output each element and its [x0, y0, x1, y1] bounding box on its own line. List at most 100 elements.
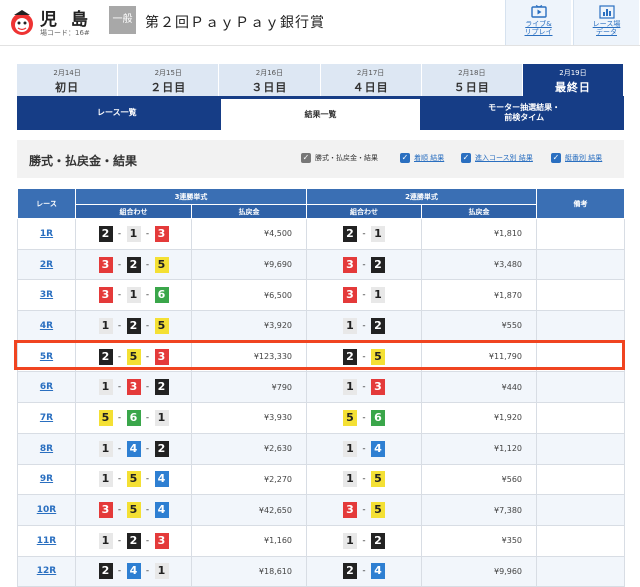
boat-number-badge: 1: [126, 225, 141, 242]
table-row: 8R 1-4-2 ¥2,630 1-4 ¥1,120: [17, 432, 625, 465]
tv-play-icon: [530, 5, 547, 18]
boat-number-badge: 5: [371, 471, 385, 488]
tab-results[interactable]: 結果一覧: [220, 99, 421, 130]
race-link[interactable]: 6R: [17, 371, 76, 404]
note-cell: [536, 524, 625, 557]
day-date: 2月17日: [356, 69, 385, 77]
trifecta-combo: 1-2-5: [75, 310, 192, 342]
boat-number-badge: 2: [371, 256, 385, 273]
venue-mascot-logo: [11, 10, 33, 35]
boat-number-badge: 1: [343, 317, 357, 334]
boat-number-badge: 5: [98, 409, 113, 426]
day-tab-5[interactable]: 2月18日 ５日目: [421, 64, 523, 96]
boat-number-badge: 1: [98, 532, 113, 549]
table-row: 5R 2-5-3 ¥123,330 2-5 ¥11,790: [17, 340, 625, 373]
day-date: 2月19日: [559, 69, 587, 77]
trifecta-payout: ¥4,500: [191, 218, 307, 250]
tab-motor-draw[interactable]: モーター抽選結果・ 前検タイム: [424, 96, 624, 130]
data-label-1: レース場: [592, 20, 621, 28]
race-link[interactable]: 8R: [17, 432, 76, 465]
boat-number-badge: 5: [126, 348, 141, 365]
boat-number-badge: 2: [371, 532, 385, 549]
filter-payout-checkbox[interactable]: ✓ 勝式・払戻金・結果: [301, 153, 378, 163]
exacta-payout: ¥11,790: [421, 340, 537, 373]
dash-separator: -: [362, 505, 366, 516]
trifecta-payout: ¥9,690: [191, 248, 307, 281]
race-link[interactable]: 1R: [17, 218, 76, 250]
boat-number-badge: 1: [154, 409, 169, 426]
boat-number-badge: 3: [98, 287, 113, 304]
dash-separator: -: [117, 412, 122, 423]
dash-separator: -: [145, 290, 150, 301]
day-date: 2月14日: [53, 69, 81, 77]
race-link[interactable]: 4R: [17, 310, 76, 342]
trifecta-combo: 1-2-3: [75, 524, 192, 557]
boat-number-badge: 2: [126, 532, 141, 549]
day-name: ２日目: [150, 81, 187, 94]
note-cell: [536, 340, 625, 373]
race-link[interactable]: 3R: [17, 279, 76, 312]
exacta-payout: ¥550: [421, 310, 537, 342]
tab-motor-label-1: モーター抽選結果・: [488, 103, 561, 112]
boat-number-badge: 1: [371, 225, 385, 242]
filter-label: 艇番別 結果: [565, 154, 603, 162]
filter-boat-checkbox[interactable]: ✓ 艇番別 結果: [551, 153, 602, 163]
dash-separator: -: [117, 382, 122, 393]
header-trifecta: 3連勝単式: [75, 188, 307, 205]
header-race: レース: [17, 188, 76, 219]
boat-number-badge: 3: [154, 532, 169, 549]
live-replay-button[interactable]: ライブ& リプレイ: [505, 0, 571, 45]
boat-number-badge: 5: [126, 471, 141, 488]
exacta-combo: 2-4: [306, 555, 422, 587]
race-link[interactable]: 12R: [17, 555, 76, 587]
exacta-combo: 2-5: [306, 340, 422, 373]
day-tab-4[interactable]: 2月17日 ４日目: [320, 64, 422, 96]
race-link[interactable]: 2R: [17, 248, 76, 281]
table-row: 11R 1-2-3 ¥1,160 1-2 ¥350: [17, 524, 625, 557]
boat-number-badge: 5: [371, 502, 385, 519]
boat-number-badge: 1: [98, 471, 113, 488]
boat-number-badge: 2: [98, 348, 113, 365]
trifecta-payout: ¥2,270: [191, 463, 307, 496]
filter-label: 進入コース別 結果: [475, 154, 533, 162]
table-row: 10R 3-5-4 ¥42,650 3-5 ¥7,380: [17, 494, 625, 526]
venue-data-button[interactable]: レース場 データ: [573, 0, 639, 45]
trifecta-payout: ¥18,610: [191, 555, 307, 587]
race-link[interactable]: 7R: [17, 402, 76, 434]
results-section-header: 勝式・払戻金・結果 ✓ 勝式・払戻金・結果 ✓ 着順 結果 ✓ 進入コース別 結果 ✓…: [17, 140, 624, 178]
check-icon: ✓: [400, 153, 410, 163]
note-cell: [536, 432, 625, 465]
race-link[interactable]: 10R: [17, 494, 76, 526]
race-link[interactable]: 11R: [17, 524, 76, 557]
note-cell: [536, 248, 625, 281]
boat-number-badge: 5: [154, 317, 169, 334]
day-tab-3[interactable]: 2月16日 ３日目: [219, 64, 321, 96]
race-link[interactable]: 5R: [17, 340, 76, 373]
exacta-payout: ¥1,120: [421, 432, 537, 465]
exacta-payout: ¥1,920: [421, 402, 537, 434]
filter-finish-checkbox[interactable]: ✓ 着順 結果: [400, 153, 444, 163]
table-row: 4R 1-2-5 ¥3,920 1-2 ¥550: [17, 310, 625, 342]
note-cell: [536, 402, 625, 434]
trifecta-combo: 2-4-1: [75, 555, 192, 587]
boat-number-badge: 1: [154, 563, 169, 580]
tab-race-list[interactable]: レース一覧: [17, 96, 217, 130]
check-icon: ✓: [551, 153, 561, 163]
race-link[interactable]: 9R: [17, 463, 76, 496]
dash-separator: -: [362, 474, 366, 485]
trifecta-payout: ¥2,630: [191, 432, 307, 465]
table-row: 12R 2-4-1 ¥18,610 2-4 ¥9,960: [17, 555, 625, 587]
dash-separator: -: [145, 535, 150, 546]
day-tab-1[interactable]: 2月14日 初日: [17, 64, 119, 96]
boat-number-badge: 6: [154, 287, 169, 304]
live-label-2: リプレイ: [524, 28, 553, 36]
exacta-combo: 1-4: [306, 432, 422, 465]
day-tab-2[interactable]: 2月15日 ２日目: [118, 64, 220, 96]
filter-course-checkbox[interactable]: ✓ 進入コース別 結果: [461, 153, 533, 163]
boat-number-badge: 4: [154, 471, 169, 488]
boat-number-badge: 3: [154, 225, 169, 242]
check-icon: ✓: [301, 153, 311, 163]
boat-number-badge: 2: [126, 256, 141, 273]
day-tab-6[interactable]: 2月19日 最終日: [522, 64, 625, 96]
dash-separator: -: [117, 505, 122, 516]
